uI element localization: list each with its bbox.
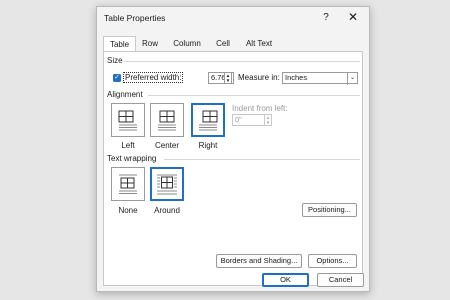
- wrap-around-label: Around: [154, 206, 180, 215]
- positioning-button[interactable]: Positioning...: [302, 203, 357, 217]
- align-center-icon: [158, 110, 176, 131]
- align-left-icon: [118, 110, 137, 131]
- indent-from-left-label: Indent from left:: [232, 104, 288, 113]
- preferred-width-checkbox[interactable]: ✓: [113, 74, 121, 82]
- cancel-button[interactable]: Cancel: [317, 273, 364, 287]
- indent-from-left-spinner[interactable]: ▲ ▼: [264, 114, 272, 126]
- measure-in-value: Inches: [285, 73, 308, 82]
- align-center-label: Center: [154, 141, 179, 150]
- title-bar: Table Properties ? ✕: [97, 7, 369, 29]
- close-button[interactable]: ✕: [346, 10, 360, 24]
- preferred-width-spinner[interactable]: ▲ ▼: [224, 72, 232, 84]
- wrap-none-label: None: [118, 206, 138, 215]
- size-divider: [124, 61, 360, 62]
- align-left-option[interactable]: [111, 103, 145, 137]
- tab-alt-text[interactable]: Alt Text: [240, 36, 278, 52]
- tab-row[interactable]: Row: [138, 36, 162, 52]
- help-button[interactable]: ?: [319, 11, 333, 25]
- preferred-width-label: Preferred width:: [123, 72, 184, 83]
- measure-in-label: Measure in:: [238, 73, 280, 82]
- align-left-label: Left: [121, 141, 135, 150]
- wrap-none-icon: [119, 174, 137, 194]
- wrap-around-option[interactable]: [150, 167, 184, 201]
- tab-table[interactable]: Table: [103, 36, 136, 52]
- wrap-none-option[interactable]: [111, 167, 145, 201]
- align-center-option[interactable]: [150, 103, 184, 137]
- options-button[interactable]: Options...: [308, 254, 357, 268]
- dialog-title: Table Properties: [104, 13, 166, 23]
- alignment-section-label: Alignment: [107, 90, 143, 99]
- wrap-around-icon: [157, 174, 177, 195]
- alignment-divider: [148, 95, 360, 96]
- align-right-icon: [199, 110, 218, 131]
- size-section-label: Size: [107, 56, 123, 65]
- tab-content-table: Size ✓ Preferred width: 6.76" ▲ ▼ Measure…: [103, 51, 363, 286]
- measure-in-select[interactable]: Inches ⌄: [282, 72, 358, 85]
- text-wrapping-section-label: Text wrapping: [107, 154, 157, 163]
- text-wrapping-divider: [164, 159, 360, 160]
- chevron-down-icon: ⌄: [347, 73, 357, 85]
- tab-strip: Table Row Column Cell Alt Text: [103, 36, 363, 52]
- borders-and-shading-button[interactable]: Borders and Shading...: [216, 254, 302, 268]
- align-right-option[interactable]: [191, 103, 225, 137]
- tab-column[interactable]: Column: [167, 36, 207, 52]
- table-properties-dialog: Table Properties ? ✕ Table Row Column Ce…: [96, 6, 370, 292]
- ok-button[interactable]: OK: [262, 273, 309, 287]
- tab-cell[interactable]: Cell: [212, 36, 234, 52]
- align-right-label: Right: [198, 141, 218, 150]
